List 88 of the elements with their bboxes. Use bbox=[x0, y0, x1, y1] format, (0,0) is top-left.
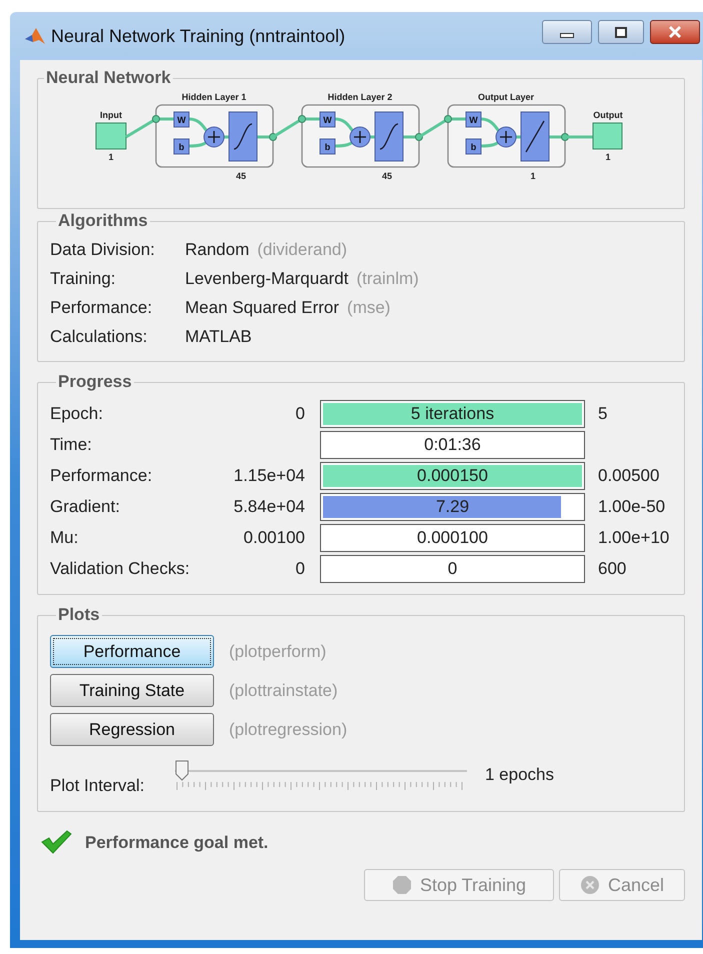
algorithm-value: Random bbox=[185, 238, 250, 261]
plot-interval-label: Plot Interval: bbox=[50, 775, 146, 797]
plot-button[interactable]: Training State bbox=[50, 674, 214, 707]
connector-node bbox=[298, 115, 306, 123]
status-message: Performance goal met. bbox=[85, 832, 268, 854]
layer-size: 1 bbox=[530, 171, 536, 181]
group-title: Algorithms bbox=[58, 211, 148, 230]
start-value: 0.00100 bbox=[244, 526, 305, 549]
maximize-icon bbox=[615, 26, 627, 38]
stop-icon bbox=[392, 875, 412, 895]
weight-label: W bbox=[177, 115, 186, 125]
input-size: 1 bbox=[108, 152, 114, 162]
bias-label: b bbox=[178, 142, 184, 152]
transfer-function-block bbox=[520, 112, 550, 162]
input-block bbox=[96, 122, 126, 150]
function-name: (mse) bbox=[347, 296, 390, 319]
slider-thumb[interactable] bbox=[175, 760, 189, 781]
function-name: (dividerand) bbox=[257, 238, 348, 261]
maximize-button[interactable] bbox=[598, 20, 644, 44]
layer-size: 45 bbox=[382, 171, 392, 181]
algorithm-value: Levenberg-Marquardt bbox=[185, 268, 348, 290]
bias-label: b bbox=[470, 142, 476, 152]
weight-block bbox=[466, 112, 482, 128]
layer-title: Hidden Layer 2 bbox=[328, 92, 392, 102]
start-value: 5.84e+04 bbox=[234, 496, 305, 518]
progress-label: Mu: bbox=[50, 526, 80, 549]
output-block bbox=[592, 122, 622, 150]
algorithm-label: Data Division: bbox=[50, 238, 156, 261]
minimize-icon bbox=[560, 32, 574, 38]
sum-icon bbox=[204, 126, 224, 148]
progress-label: Gradient: bbox=[50, 496, 121, 518]
start-value: 0 bbox=[296, 558, 305, 580]
bias-block bbox=[320, 138, 336, 154]
end-value: 1.00e+10 bbox=[598, 526, 670, 549]
function-name: (plottrainstate) bbox=[229, 680, 338, 702]
algorithm-label: Calculations: bbox=[50, 326, 148, 348]
end-value: 0.00500 bbox=[598, 464, 660, 487]
weight-label: W bbox=[323, 115, 332, 125]
transfer-function-block bbox=[228, 112, 258, 162]
cancel-icon bbox=[580, 875, 600, 895]
plot-button[interactable]: Performance bbox=[50, 635, 214, 668]
algorithm-label: Training: bbox=[50, 268, 117, 290]
connector-node bbox=[152, 115, 160, 123]
start-value: 0 bbox=[296, 402, 305, 425]
bias-block bbox=[174, 138, 190, 154]
group-title: Progress bbox=[58, 372, 132, 391]
layer-title: Hidden Layer 1 bbox=[182, 92, 246, 102]
progress-value: 7.29 bbox=[436, 496, 470, 518]
progress-label: Epoch: bbox=[50, 402, 104, 425]
start-value: 1.15e+04 bbox=[234, 464, 305, 487]
function-name: (plotperform) bbox=[229, 640, 326, 663]
layer-title: Output Layer bbox=[478, 92, 534, 102]
weight-block bbox=[320, 112, 336, 128]
weight-label: W bbox=[469, 115, 478, 125]
progress-value: 0.000150 bbox=[417, 464, 488, 487]
transfer-function-block bbox=[374, 112, 404, 162]
algorithm-value: Mean Squared Error bbox=[185, 296, 340, 319]
end-value: 5 bbox=[598, 402, 608, 425]
group-title: Neural Network bbox=[46, 68, 171, 87]
output-size: 1 bbox=[606, 152, 610, 162]
minimize-button[interactable] bbox=[542, 20, 592, 44]
algorithm-label: Performance: bbox=[50, 296, 154, 319]
group-title: Plots bbox=[58, 605, 100, 624]
layer-size: 45 bbox=[236, 171, 246, 181]
sum-icon bbox=[350, 126, 370, 148]
output-label: Output bbox=[593, 110, 623, 120]
plot-button[interactable]: Regression bbox=[50, 713, 214, 746]
input-label: Input bbox=[100, 110, 122, 120]
progress-value: 5 iterations bbox=[410, 402, 494, 425]
end-value: 1.00e-50 bbox=[598, 496, 666, 518]
bias-block bbox=[466, 138, 482, 154]
connector-node bbox=[444, 115, 452, 123]
close-button[interactable] bbox=[650, 20, 700, 44]
progress-label: Time: bbox=[50, 434, 93, 456]
progress-label: Validation Checks: bbox=[50, 558, 191, 580]
bias-label: b bbox=[324, 142, 330, 152]
window-title: Neural Network Training (nntraintool) bbox=[51, 24, 346, 48]
function-name: (trainlm) bbox=[356, 268, 419, 290]
weight-block bbox=[174, 112, 190, 128]
end-value: 600 bbox=[598, 558, 626, 580]
app-logo-icon bbox=[24, 26, 46, 46]
close-icon bbox=[668, 26, 682, 38]
check-icon bbox=[40, 830, 72, 854]
sum-icon bbox=[496, 126, 516, 148]
progress-label: Performance: bbox=[50, 464, 154, 487]
function-name: (plotregression) bbox=[229, 718, 348, 741]
algorithm-value: MATLAB bbox=[185, 326, 252, 348]
interval-reading: 1 epochs bbox=[485, 764, 554, 786]
